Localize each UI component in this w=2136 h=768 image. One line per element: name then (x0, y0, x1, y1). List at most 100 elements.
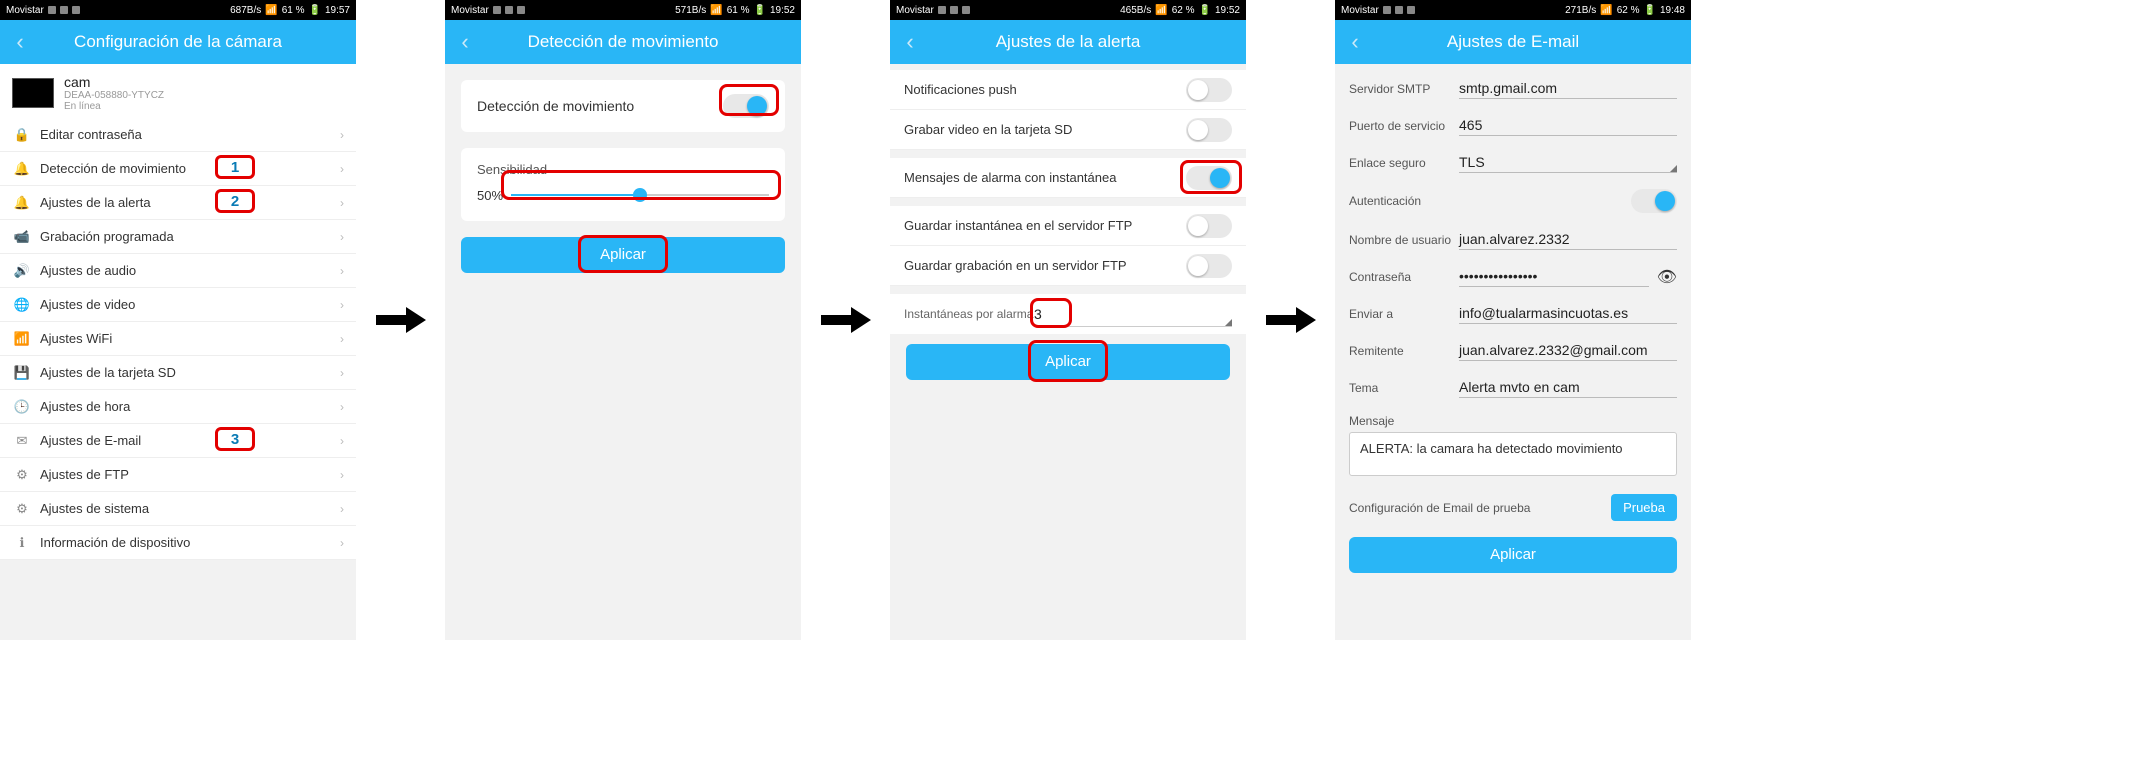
status-bar: Movistar 571B/s📶61 %🔋19:52 (445, 0, 801, 20)
back-button[interactable]: ‹ (0, 29, 40, 55)
item-label: Detección de movimiento (40, 161, 340, 176)
item-label: Ajustes de la tarjeta SD (40, 365, 340, 380)
item-icon: 🕒 (12, 399, 32, 415)
username-value[interactable]: juan.alvarez.2332 (1459, 229, 1677, 250)
alert-row-4: Guardar grabación en un servidor FTP (890, 246, 1246, 286)
item-label: Ajustes de la alerta (40, 195, 340, 210)
camera-summary: cam DEAA-058880-YTYCZ En línea (0, 64, 356, 118)
item-label: Ajustes de hora (40, 399, 340, 414)
settings-item-10[interactable]: ⚙ Ajustes de FTP› (0, 458, 356, 492)
from-row[interactable]: Remitente juan.alvarez.2332@gmail.com (1349, 332, 1677, 369)
auth-toggle[interactable] (1631, 189, 1677, 213)
alert-toggle[interactable] (1186, 118, 1232, 142)
settings-item-2[interactable]: 🔔Ajustes de la alerta›2 (0, 186, 356, 220)
settings-item-5[interactable]: 🌐Ajustes de video› (0, 288, 356, 322)
alert-row-label: Mensajes de alarma con instantánea (904, 170, 1116, 185)
settings-item-9[interactable]: ✉Ajustes de E-mail›3 (0, 424, 356, 458)
port-value[interactable]: 465 (1459, 115, 1677, 136)
item-icon: 📹 (12, 229, 32, 245)
settings-item-3[interactable]: 📹Grabación programada› (0, 220, 356, 254)
alert-row-1: Grabar video en la tarjeta SD (890, 110, 1246, 150)
item-icon: ✉ (12, 433, 32, 449)
status-bar: Movistar 271B/s📶62 %🔋19:48 (1335, 0, 1691, 20)
snapshots-value: 3 (1034, 302, 1232, 327)
alert-row-3: Guardar instantánea en el servidor FTP (890, 206, 1246, 246)
motion-toggle[interactable] (723, 94, 769, 118)
header: ‹ Detección de movimiento (445, 20, 801, 64)
apply-button[interactable]: Aplicar (1349, 537, 1677, 573)
settings-item-12[interactable]: ℹInformación de dispositivo› (0, 526, 356, 560)
auth-row: Autenticación (1349, 181, 1677, 221)
item-icon: 🔒 (12, 127, 32, 143)
password-value[interactable]: •••••••••••••••• (1459, 266, 1649, 287)
item-label: Ajustes de sistema (40, 501, 340, 516)
item-label: Ajustes de video (40, 297, 340, 312)
back-button[interactable]: ‹ (890, 29, 930, 55)
apply-button[interactable]: Aplicar (461, 237, 785, 273)
alert-row-2: Mensajes de alarma con instantánea (890, 158, 1246, 198)
page-title: Configuración de la cámara (0, 32, 356, 52)
settings-item-11[interactable]: ⚙ Ajustes de sistema› (0, 492, 356, 526)
sensitivity-label: Sensibilidad (477, 162, 769, 177)
message-textarea[interactable]: ALERTA: la camara ha detectado movimient… (1349, 432, 1677, 476)
apply-button[interactable]: Aplicar (906, 344, 1230, 380)
alert-toggle[interactable] (1186, 166, 1232, 190)
settings-item-0[interactable]: 🔒Editar contraseña› (0, 118, 356, 152)
alert-toggle[interactable] (1186, 78, 1232, 102)
camera-thumbnail (12, 78, 54, 108)
chevron-right-icon: › (340, 162, 344, 176)
item-icon: 🔊 (12, 263, 32, 279)
eye-icon[interactable]: 👁 (1657, 267, 1677, 287)
chevron-right-icon: › (340, 366, 344, 380)
secure-value[interactable]: TLS (1459, 152, 1677, 173)
sendto-value[interactable]: info@tualarmasincuotas.es (1459, 303, 1677, 324)
chevron-right-icon: › (340, 400, 344, 414)
status-bar: Movistar 687B/s📶61 %🔋19:57 (0, 0, 356, 20)
alert-toggle[interactable] (1186, 254, 1232, 278)
header: ‹ Configuración de la cámara (0, 20, 356, 64)
smtp-value[interactable]: smtp.gmail.com (1459, 78, 1677, 99)
item-label: Editar contraseña (40, 127, 340, 142)
back-button[interactable]: ‹ (1335, 29, 1375, 55)
item-icon: 🌐 (12, 297, 32, 313)
item-label: Ajustes de E-mail (40, 433, 340, 448)
settings-item-1[interactable]: 🔔Detección de movimiento›1 (0, 152, 356, 186)
item-label: Ajustes de audio (40, 263, 340, 278)
alert-row-label: Notificaciones push (904, 82, 1017, 97)
item-icon: 🔔 (12, 161, 32, 177)
alert-row-label: Guardar instantánea en el servidor FTP (904, 218, 1132, 233)
smtp-row[interactable]: Servidor SMTP smtp.gmail.com (1349, 70, 1677, 107)
back-button[interactable]: ‹ (445, 29, 485, 55)
port-row[interactable]: Puerto de servicio 465 (1349, 107, 1677, 144)
sensitivity-card: Sensibilidad 50% (461, 148, 785, 221)
secure-row[interactable]: Enlace seguro TLS (1349, 144, 1677, 181)
from-value[interactable]: juan.alvarez.2332@gmail.com (1459, 340, 1677, 361)
screen-motion-detection: Movistar 571B/s📶61 %🔋19:52 ‹ Detección d… (445, 0, 801, 640)
settings-item-7[interactable]: 💾 Ajustes de la tarjeta SD› (0, 356, 356, 390)
subject-row[interactable]: Tema Alerta mvto en cam (1349, 369, 1677, 406)
test-button[interactable]: Prueba (1611, 494, 1677, 521)
snapshots-per-alarm-row[interactable]: Instantáneas por alarma 3 (890, 294, 1246, 334)
alert-row-label: Grabar video en la tarjeta SD (904, 122, 1072, 137)
item-label: Grabación programada (40, 229, 340, 244)
settings-item-8[interactable]: 🕒 Ajustes de hora› (0, 390, 356, 424)
sensitivity-slider[interactable] (511, 183, 769, 207)
username-row[interactable]: Nombre de usuario juan.alvarez.2332 (1349, 221, 1677, 258)
chevron-right-icon: › (340, 468, 344, 482)
item-icon: 💾 (12, 365, 32, 381)
screen-camera-settings: Movistar 687B/s📶61 %🔋19:57 ‹ Configuraci… (0, 0, 356, 640)
subject-value[interactable]: Alerta mvto en cam (1459, 377, 1677, 398)
header: ‹ Ajustes de E-mail (1335, 20, 1691, 64)
chevron-right-icon: › (340, 502, 344, 516)
password-row[interactable]: Contraseña •••••••••••••••• 👁 (1349, 258, 1677, 295)
alert-toggle[interactable] (1186, 214, 1232, 238)
item-icon: ⚙ (12, 467, 32, 483)
settings-item-6[interactable]: 📶Ajustes WiFi› (0, 322, 356, 356)
item-label: Ajustes de FTP (40, 467, 340, 482)
test-email-row: Configuración de Email de prueba Prueba (1349, 484, 1677, 531)
flow-arrow-icon (356, 0, 445, 640)
item-icon: ⚙ (12, 501, 32, 517)
settings-item-4[interactable]: 🔊Ajustes de audio› (0, 254, 356, 288)
sendto-row[interactable]: Enviar a info@tualarmasincuotas.es (1349, 295, 1677, 332)
message-row: Mensaje ALERTA: la camara ha detectado m… (1349, 406, 1677, 484)
